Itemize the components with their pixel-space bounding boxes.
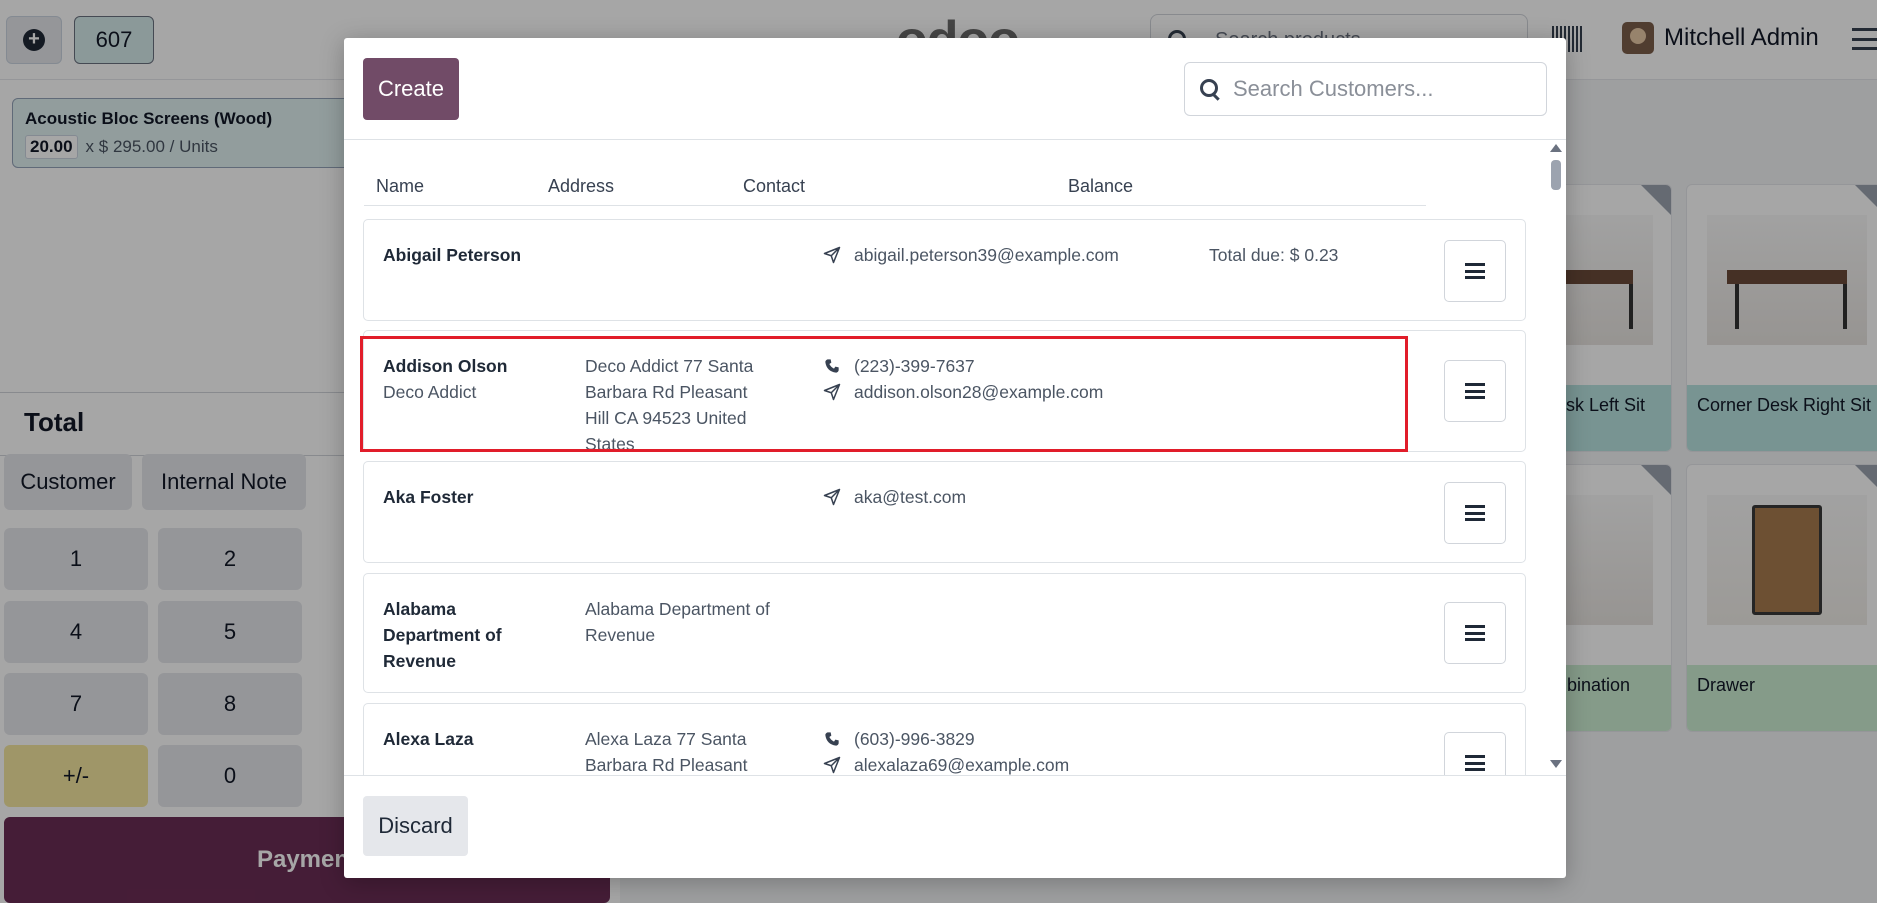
customer-row[interactable]: Aka Foster aka@test.com — [363, 461, 1526, 563]
paper-plane-icon — [822, 245, 842, 265]
bars-icon — [1465, 625, 1485, 641]
customer-email: abigail.peterson39@example.com — [854, 245, 1119, 265]
customer-menu-button[interactable] — [1444, 482, 1506, 544]
column-name: Name — [376, 176, 425, 196]
bars-icon — [1465, 263, 1485, 279]
scrollbar-thumb[interactable] — [1551, 160, 1561, 190]
discard-button[interactable]: Discard — [363, 796, 468, 856]
paper-plane-icon — [822, 755, 842, 775]
bars-icon — [1465, 505, 1485, 521]
table-header: Name Address Contact Balance — [364, 168, 1426, 206]
customer-menu-button[interactable] — [1444, 602, 1506, 664]
customer-row[interactable]: Alabama Department of Revenue Alabama De… — [363, 573, 1526, 693]
customer-address: Alabama Department of Revenue — [585, 599, 770, 645]
customer-row[interactable]: Alexa Laza Alexa Laza 77 Santa Barbara R… — [363, 703, 1526, 775]
customer-name: Abigail Peterson — [383, 245, 522, 265]
paper-plane-icon — [822, 487, 842, 507]
bars-icon — [1465, 755, 1485, 771]
customer-company: Deco Addict — [383, 382, 477, 402]
customer-name-cell: Alexa Laza — [383, 726, 553, 752]
column-address: Address — [548, 176, 615, 196]
phone-icon — [822, 356, 842, 376]
customer-list-dialog: Create Name Address Contact Balance Abig… — [344, 38, 1566, 878]
customer-menu-button[interactable] — [1444, 732, 1506, 775]
scroll-up-icon[interactable] — [1550, 144, 1562, 152]
customer-name-cell: Addison Olson Deco Addict — [383, 353, 553, 405]
customer-balance: Total due: $ 0.23 — [1209, 245, 1339, 265]
dialog-header: Create — [344, 38, 1566, 140]
customer-search-input[interactable] — [1233, 76, 1533, 102]
dialog-footer: Discard — [344, 775, 1566, 878]
create-customer-button[interactable]: Create — [363, 58, 459, 120]
scroll-down-icon[interactable] — [1550, 760, 1562, 768]
customer-name: Aka Foster — [383, 487, 474, 507]
customer-email: addison.olson28@example.com — [854, 382, 1104, 402]
phone-icon — [822, 729, 842, 749]
customer-name-cell: Alabama Department of Revenue — [383, 596, 553, 674]
customer-phone: (603)-996-3829 — [854, 729, 975, 749]
customer-name: Alexa Laza — [383, 729, 474, 749]
column-balance: Balance — [1068, 176, 1134, 196]
column-contact: Contact — [743, 176, 806, 196]
customer-email: alexalaza69@example.com — [854, 755, 1070, 775]
customer-email: aka@test.com — [854, 487, 967, 507]
customer-contact-cell: (223)-399-7637 addison.olson28@example.c… — [822, 353, 1152, 405]
customer-menu-button[interactable] — [1444, 360, 1506, 422]
customer-phone: (223)-399-7637 — [854, 356, 975, 376]
customer-name: Addison Olson — [383, 356, 508, 376]
customer-contact-cell: (603)-996-3829 alexalaza69@example.com — [822, 726, 1152, 775]
customer-name-cell: Abigail Peterson — [383, 242, 553, 268]
bars-icon — [1465, 383, 1485, 399]
customer-name-cell: Aka Foster — [383, 484, 553, 510]
customer-address: Deco Addict 77 Santa Barbara Rd Pleasant… — [585, 356, 754, 454]
customer-row[interactable]: Abigail Peterson abigail.peterson39@exam… — [363, 219, 1526, 321]
search-icon — [1199, 78, 1221, 100]
customer-contact-cell: aka@test.com — [822, 484, 1152, 510]
customer-menu-button[interactable] — [1444, 240, 1506, 302]
scrollbar[interactable] — [1544, 140, 1566, 775]
customer-address: Alexa Laza 77 Santa Barbara Rd Pleasant … — [585, 729, 748, 775]
customer-search[interactable] — [1184, 62, 1547, 116]
customer-name: Alabama Department of Revenue — [383, 599, 502, 671]
customer-row[interactable]: Addison Olson Deco Addict Deco Addict 77… — [363, 330, 1526, 454]
paper-plane-icon — [822, 382, 842, 402]
customer-contact-cell: abigail.peterson39@example.com — [822, 242, 1152, 268]
customer-list: Name Address Contact Balance Abigail Pet… — [344, 140, 1566, 775]
